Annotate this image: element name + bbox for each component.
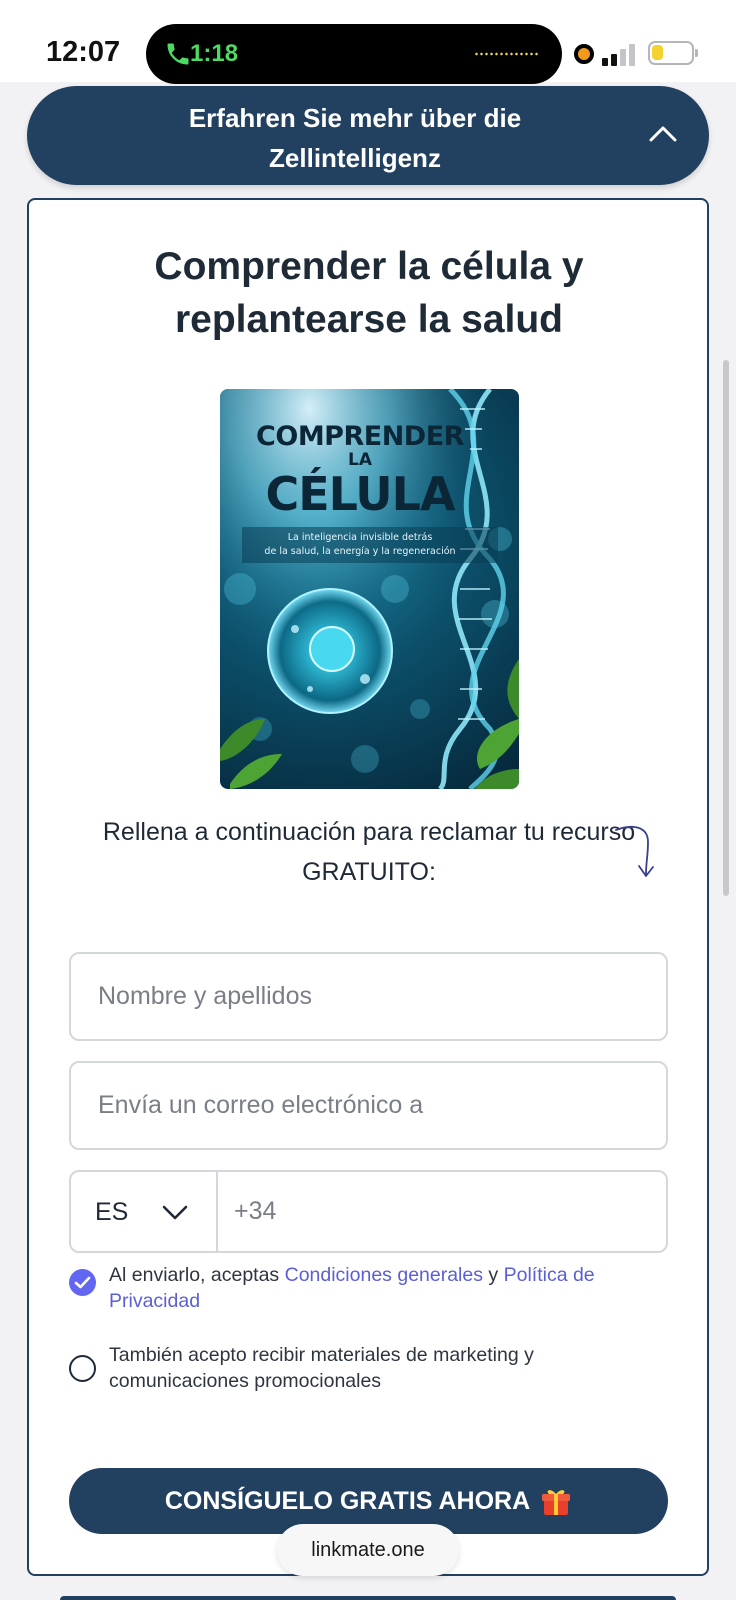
full-name-field[interactable] (69, 952, 668, 1041)
card-title: Comprender la célula y replantearse la s… (154, 245, 584, 341)
phone-icon (167, 43, 189, 65)
country-code-select[interactable]: ES (71, 1172, 218, 1251)
phone-field: ES (69, 1170, 668, 1253)
recording-indicator-icon (574, 44, 594, 64)
status-bar: 12:07 1:18 (0, 0, 736, 84)
terms-consent-text: Al enviarlo, aceptas Condiciones general… (109, 1262, 669, 1314)
marketing-consent[interactable]: También acepto recibir materiales de mar… (69, 1342, 669, 1398)
phone-input[interactable] (218, 1172, 668, 1251)
email-input[interactable] (71, 1063, 666, 1148)
battery-level (652, 45, 663, 60)
chevron-up-icon[interactable] (647, 118, 679, 150)
terms-link[interactable]: Condiciones generales (285, 1264, 483, 1286)
cover-subtitle-line-1: La inteligencia invisible detrás (287, 532, 433, 543)
cover-title-line-3: CÉLULA (265, 467, 455, 521)
cover-subtitle: La inteligencia invisible detrás de la s… (240, 531, 480, 559)
battery-icon (648, 41, 698, 65)
chevron-down-icon (162, 1205, 188, 1220)
url-domain-pill[interactable]: linkmate.one (277, 1524, 459, 1576)
book-cover-image: COMPRENDER LA CÉLULA La inteligencia inv… (220, 389, 519, 789)
audio-waveform-icon (474, 52, 540, 56)
full-name-input[interactable] (71, 954, 666, 1039)
email-field[interactable] (69, 1061, 668, 1150)
info-accordion-header[interactable]: Erfahren Sie mehr über die Zellintellige… (27, 86, 709, 185)
page-scrollbar[interactable] (723, 360, 729, 896)
terms-joiner: y (483, 1264, 504, 1286)
terms-prefix: Al enviarlo, aceptas (109, 1264, 285, 1286)
cellular-signal-icon (602, 42, 642, 66)
marketing-checkbox[interactable] (69, 1355, 96, 1382)
accordion-title: Erfahren Sie mehr über die Zellintellige… (188, 103, 522, 173)
clock: 12:07 (46, 36, 121, 68)
country-code-value: ES (95, 1198, 129, 1226)
form-lead-text: Rellena a continuación para reclamar tu … (102, 818, 636, 886)
call-duration: 1:18 (190, 40, 239, 67)
cover-subtitle-line-2: de la salud, la energía y la regeneració… (264, 546, 456, 557)
curved-arrow-down-icon (615, 826, 654, 877)
terms-consent[interactable]: Al enviarlo, aceptas Condiciones general… (69, 1262, 669, 1318)
next-section-header (60, 1596, 676, 1600)
terms-checkbox[interactable] (69, 1269, 96, 1296)
submit-label: CONSÍGUELO GRATIS AHORA (164, 1486, 531, 1515)
lead-form-card: Comprender la célula y replantearse la s… (27, 198, 709, 1576)
gift-icon (542, 1490, 571, 1515)
checkmark-icon (74, 1276, 91, 1289)
cover-title-line-1: COMPRENDER (256, 421, 464, 452)
dynamic-island-call[interactable]: 1:18 (146, 24, 562, 84)
marketing-consent-text: También acepto recibir materiales de mar… (109, 1344, 534, 1392)
